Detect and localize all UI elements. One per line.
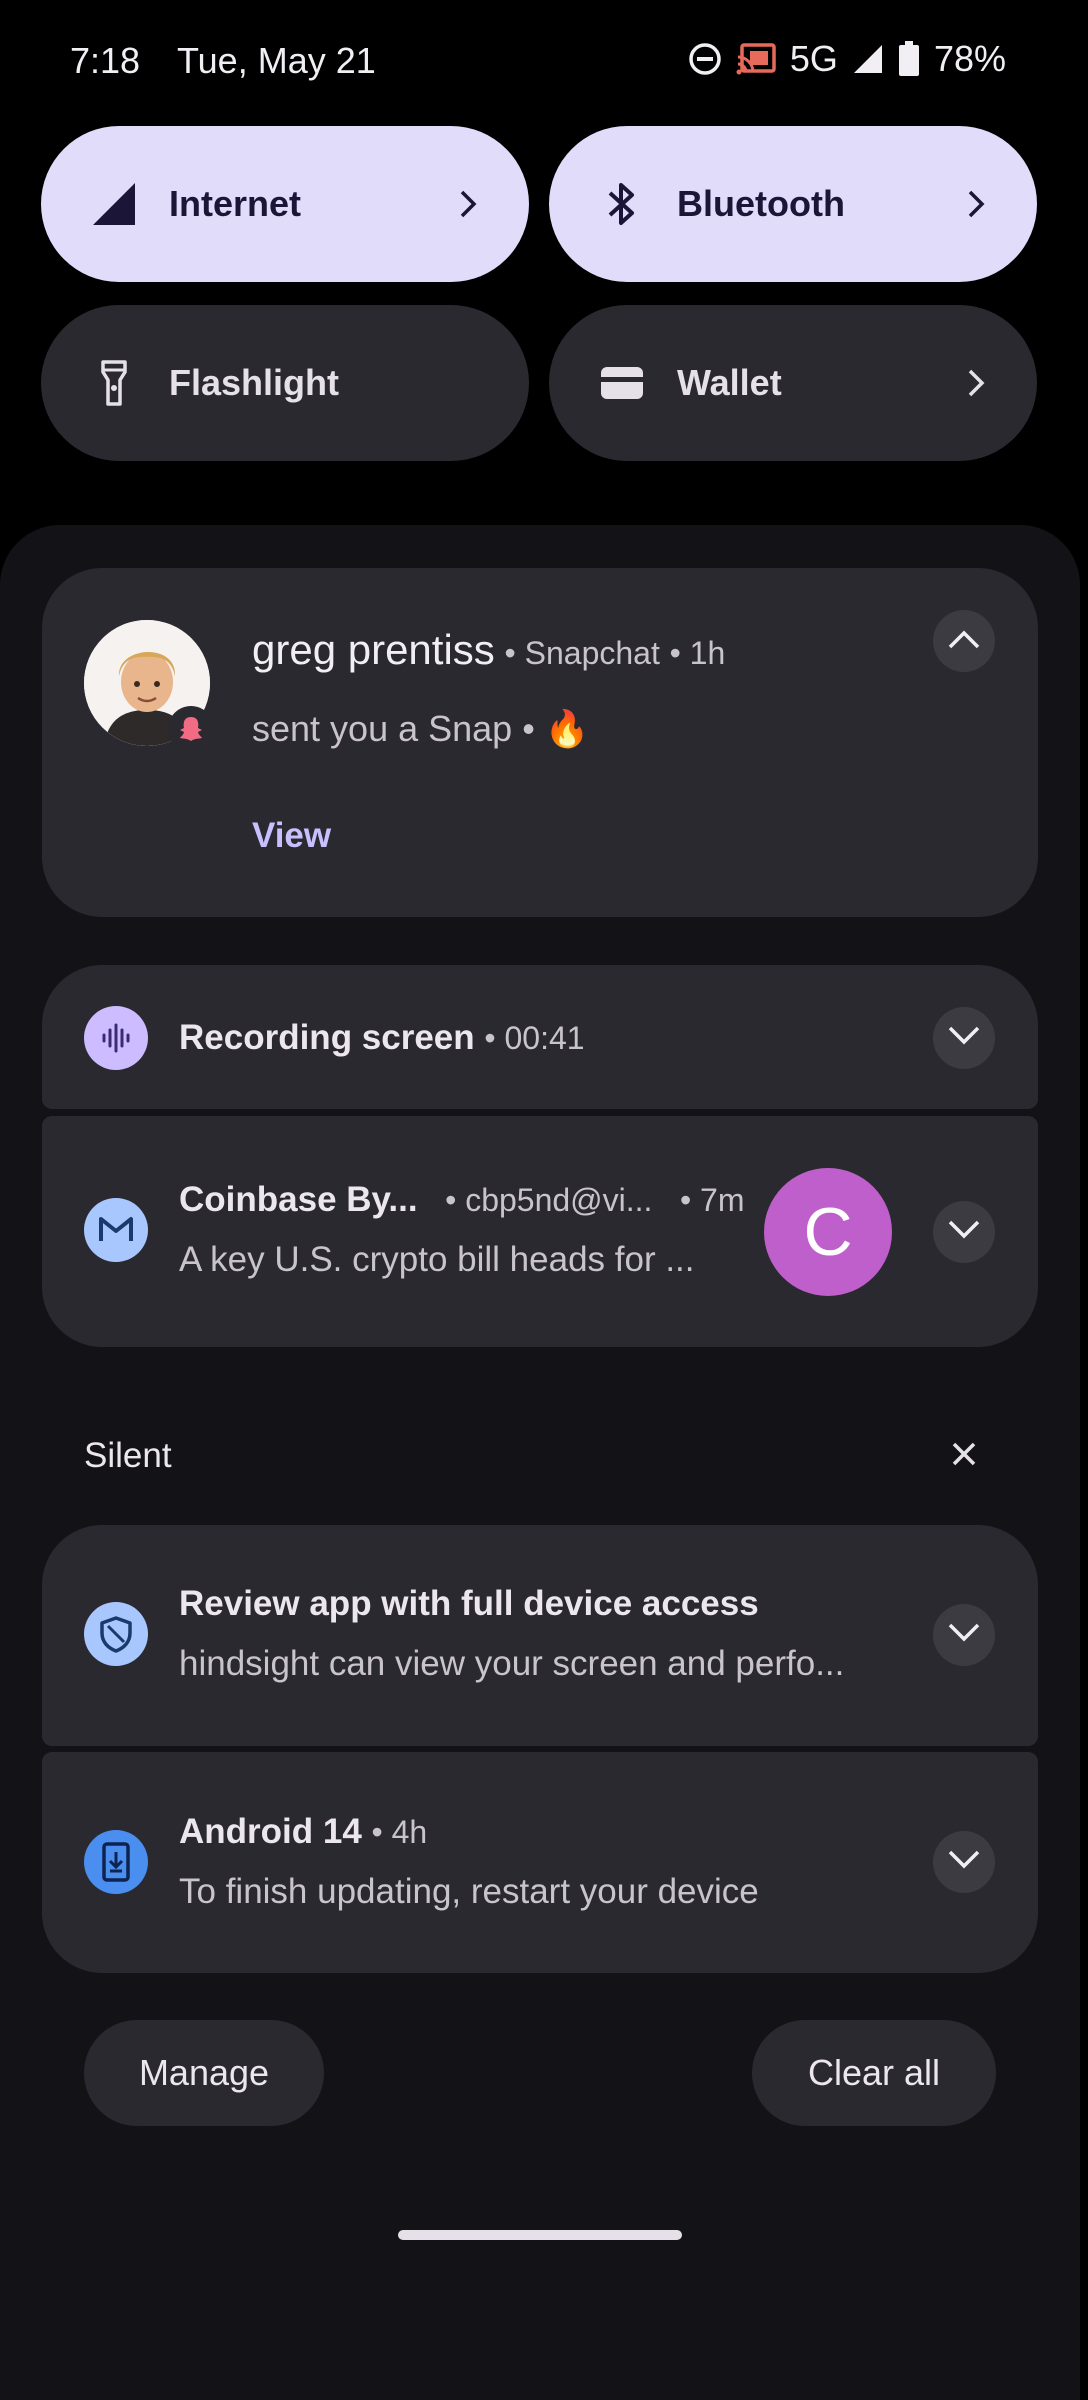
notification-title-row: greg prentiss • Snapchat • 1h bbox=[252, 626, 726, 673]
recording-title: Recording screen bbox=[179, 1018, 475, 1057]
view-button[interactable]: View bbox=[252, 816, 331, 856]
status-icons: 5G 78% bbox=[688, 38, 1006, 80]
tile-label: Wallet bbox=[677, 362, 782, 403]
manage-button[interactable]: Manage bbox=[84, 2020, 324, 2126]
signal-icon bbox=[852, 43, 884, 75]
tile-flashlight[interactable]: Flashlight bbox=[41, 305, 529, 461]
notification-review-app[interactable] bbox=[42, 1525, 1038, 1746]
collapse-button[interactable] bbox=[933, 610, 995, 672]
status-date: Tue, May 21 bbox=[177, 40, 376, 81]
silent-section-header: Silent bbox=[84, 1436, 172, 1475]
do-not-disturb-icon bbox=[688, 42, 722, 76]
notification-title-row: Review app with full device access bbox=[179, 1584, 759, 1624]
timestamp: 4h bbox=[391, 1814, 428, 1850]
update-body: To finish updating, restart your device bbox=[179, 1872, 759, 1911]
expand-button[interactable] bbox=[933, 1007, 995, 1069]
dismiss-silent-button[interactable] bbox=[946, 1438, 982, 1474]
tile-internet[interactable]: Internet bbox=[41, 126, 529, 282]
review-body: hindsight can view your screen and perfo… bbox=[179, 1644, 845, 1683]
tile-wallet[interactable]: Wallet bbox=[549, 305, 1037, 461]
notification-body: sent you a Snap • 🔥 bbox=[252, 708, 590, 749]
shield-icon bbox=[84, 1602, 148, 1666]
chevron-up-icon bbox=[947, 628, 981, 655]
notification-title-row: Recording screen • 00:41 bbox=[179, 1018, 585, 1057]
timestamp: 7m bbox=[700, 1182, 745, 1218]
update-title: Android 14 bbox=[179, 1812, 362, 1851]
tile-label: Bluetooth bbox=[677, 183, 845, 224]
bluetooth-icon bbox=[595, 177, 649, 231]
chevron-right-icon bbox=[961, 189, 991, 219]
flashlight-icon bbox=[87, 356, 141, 410]
cast-icon bbox=[736, 42, 776, 76]
battery-icon bbox=[898, 41, 920, 77]
review-title: Review app with full device access bbox=[179, 1584, 759, 1623]
close-icon bbox=[951, 1441, 977, 1472]
chevron-down-icon bbox=[947, 1622, 981, 1649]
chevron-down-icon bbox=[947, 1025, 981, 1052]
recording-elapsed: 00:41 bbox=[504, 1020, 585, 1056]
app-name: Snapchat bbox=[524, 635, 660, 671]
snapchat-badge-icon bbox=[168, 706, 214, 752]
tile-label: Flashlight bbox=[169, 362, 339, 403]
expand-button[interactable] bbox=[933, 1201, 995, 1263]
notification-system-update[interactable] bbox=[42, 1752, 1038, 1973]
email-title: Coinbase By... bbox=[179, 1180, 418, 1219]
email-preview: A key U.S. crypto bill heads for ... bbox=[179, 1240, 695, 1279]
chevron-right-icon bbox=[453, 189, 483, 219]
chevron-down-icon bbox=[947, 1849, 981, 1876]
chevron-down-icon bbox=[947, 1219, 981, 1246]
expand-button[interactable] bbox=[933, 1831, 995, 1893]
notification-title-row: Android 14 • 4h bbox=[179, 1812, 428, 1851]
sound-wave-icon bbox=[84, 1006, 148, 1070]
battery-percent: 78% bbox=[933, 38, 1006, 79]
tile-bluetooth[interactable]: Bluetooth bbox=[549, 126, 1037, 282]
wallet-icon bbox=[595, 356, 649, 410]
chevron-right-icon bbox=[961, 368, 991, 398]
tile-label: Internet bbox=[169, 183, 302, 224]
expand-button[interactable] bbox=[933, 1604, 995, 1666]
timestamp: 1h bbox=[689, 635, 726, 671]
sender-name: greg prentiss bbox=[252, 626, 495, 673]
home-gesture-bar[interactable] bbox=[398, 2230, 682, 2240]
sender-avatar: C bbox=[764, 1168, 892, 1296]
fire-emoji: 🔥 bbox=[544, 708, 590, 749]
status-time: 7:18 bbox=[70, 40, 141, 81]
email-account: cbp5nd@vi... bbox=[465, 1182, 653, 1218]
network-type: 5G bbox=[789, 38, 838, 79]
message-text: sent you a Snap bbox=[252, 708, 513, 749]
clear-all-button[interactable]: Clear all bbox=[752, 2020, 996, 2126]
notification-title-row: Coinbase By... • cbp5nd@vi... • 7m bbox=[179, 1180, 745, 1219]
mail-icon bbox=[84, 1198, 148, 1262]
system-update-icon bbox=[84, 1830, 148, 1894]
signal-icon bbox=[87, 177, 141, 231]
